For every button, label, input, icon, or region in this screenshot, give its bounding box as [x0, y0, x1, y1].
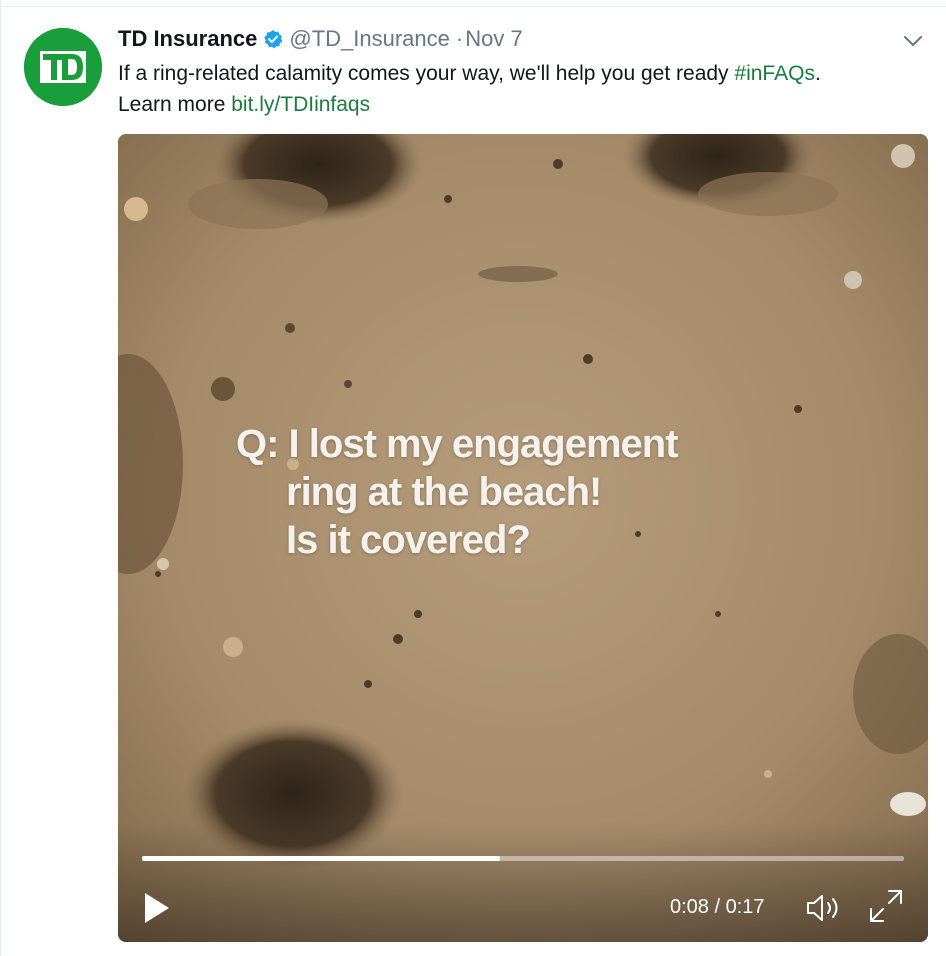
url-link[interactable]: bit.ly/TDIinfaqs	[231, 93, 370, 116]
caption-line-2: ring at the beach!	[286, 470, 602, 514]
hashtag-link[interactable]: #inFAQs	[734, 62, 815, 85]
video-player[interactable]: Q: I lost my engagement ring at the beac…	[118, 134, 928, 942]
tweet-text: If a ring-related calamity comes your wa…	[118, 58, 918, 120]
progress-bar[interactable]	[142, 856, 904, 861]
fullscreen-button[interactable]	[866, 886, 906, 926]
fullscreen-icon	[870, 890, 902, 922]
avatar[interactable]	[24, 28, 102, 106]
tweet-text-end: .	[814, 62, 821, 85]
learn-more-text: Learn more	[118, 93, 232, 116]
chevron-down-icon[interactable]	[902, 30, 924, 52]
volume-button[interactable]	[804, 890, 844, 926]
progress-fill	[142, 856, 501, 861]
timeline-left-border	[0, 0, 1, 956]
verified-badge-icon	[263, 29, 283, 49]
td-logo	[24, 28, 102, 106]
tweet-text-body: If a ring-related calamity comes your wa…	[118, 62, 735, 85]
video-overlay-caption: Q: I lost my engagement ring at the beac…	[236, 420, 876, 564]
volume-icon	[807, 895, 838, 921]
caption-line-3: Is it covered?	[286, 518, 531, 562]
caption-line-1: Q: I lost my engagement	[236, 422, 679, 466]
separator-dot: ·	[455, 26, 464, 51]
tweet-top-border	[0, 6, 946, 7]
tweet-date[interactable]: Nov 7	[465, 26, 522, 52]
play-button[interactable]	[142, 890, 172, 926]
play-icon	[145, 893, 169, 923]
tweet-header: TD Insurance @TD_Insurance · Nov 7	[118, 24, 523, 54]
display-name[interactable]: TD Insurance	[118, 26, 257, 52]
time-display: 0:08 / 0:17	[670, 896, 765, 918]
user-handle[interactable]: @TD_Insurance	[289, 26, 450, 52]
